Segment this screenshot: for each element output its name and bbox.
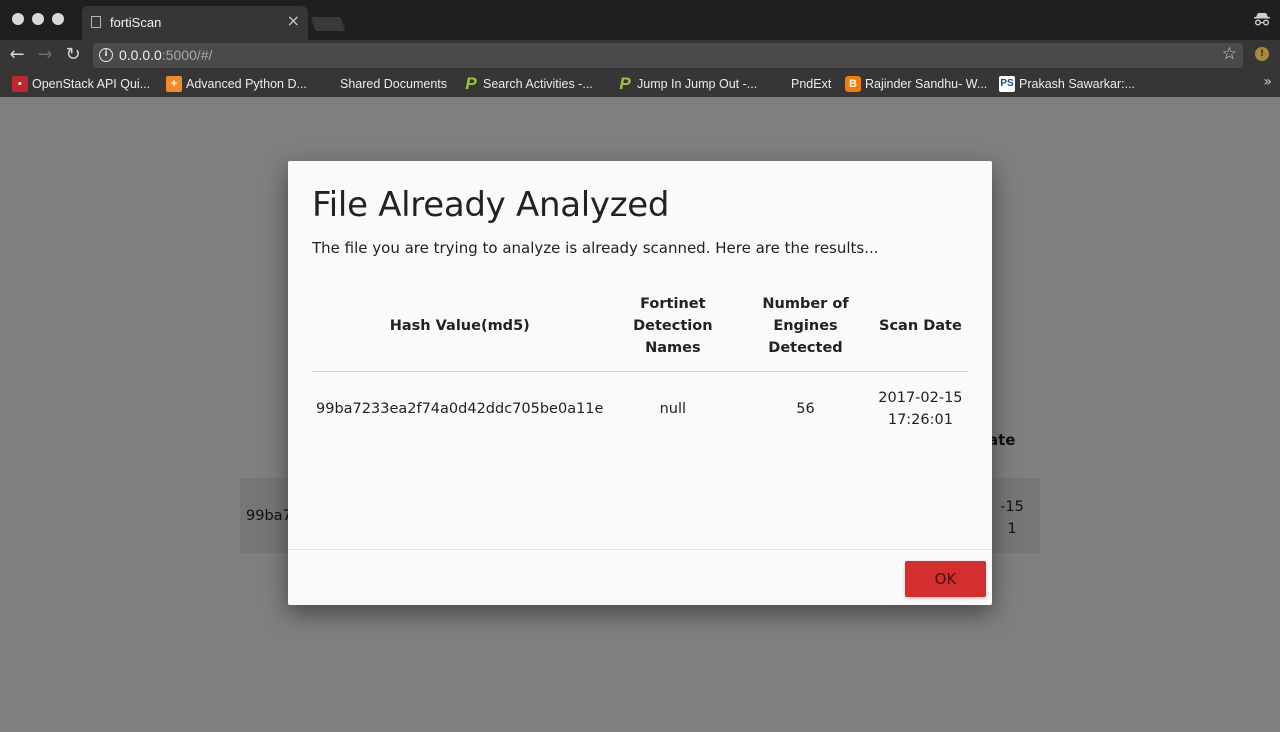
bookmark-item[interactable]: ▪ OpenStack API Qui... [12,75,150,92]
minimize-window-button[interactable] [32,13,44,25]
detection-names-cell: null [659,401,687,418]
header-hash: Hash Value(md5) [312,281,608,372]
scan-date-line: 2017-02-15 [878,390,963,407]
engines-detected-cell: 56 [796,401,815,418]
url-host: 0.0.0.0 [119,47,162,63]
tab-close-icon[interactable]: × [287,12,300,30]
dialog-title: File Already Analyzed [312,185,670,225]
header-scan-date: Scan Date [872,281,968,372]
forward-arrow-icon[interactable]: → [34,44,56,66]
reload-icon[interactable]: ↻ [62,44,84,66]
bookmark-label: PndExt [791,76,832,91]
incognito-icon [1254,13,1270,26]
bookmark-star-icon[interactable]: ☆ [1222,44,1237,64]
file-analyzed-dialog: File Already Analyzed The file you are t… [288,161,992,605]
bookmark-label: Rajinder Sandhu- W... [865,76,988,91]
results-table: Hash Value(md5) Fortinet Detection Names… [312,281,968,447]
dialog-footer: OK [288,549,992,605]
bookmark-item[interactable]: + Advanced Python D... [166,75,307,92]
bookmark-label: Search Activities -... [483,76,593,91]
scan-time-line: 17:26:01 [887,412,953,429]
browser-toolbar: ← → ↻ i 0.0.0.0:5000/#/ ☆ ! [0,40,1280,70]
dialog-subtitle: The file you are trying to analyze is al… [312,239,879,257]
hash-cell: 99ba7233ea2f74a0d42ddc705be0a11e [316,401,604,418]
site-info-icon[interactable]: i [99,48,113,62]
extension-icon[interactable]: ! [1255,47,1269,61]
back-arrow-icon[interactable]: ← [6,44,28,66]
url-path: :5000/#/ [161,47,213,63]
bookmark-label: Advanced Python D... [186,76,307,91]
url-text[interactable]: 0.0.0.0:5000/#/ [119,47,212,63]
bookmark-label: OpenStack API Qui... [32,76,151,91]
bookmark-item[interactable]: PndExt [775,75,832,187]
table-header-row: Hash Value(md5) Fortinet Detection Names… [312,281,968,372]
ok-button[interactable]: OK [905,561,986,597]
ps-icon: PS [999,75,1015,92]
header-engines-detected: Number of Engines Detected [738,281,873,372]
bookmark-label: Jump In Jump Out -... [637,76,758,91]
address-bar[interactable]: i 0.0.0.0:5000/#/ ☆ [93,43,1243,68]
openstack-icon: ▪ [12,75,28,92]
scan-date-cell: 2017-02-15 17:26:01 [873,371,968,447]
bookmark-item[interactable]: P Search Activities -... [463,73,593,93]
header-detection-names: Fortinet Detection Names [607,281,739,372]
tab-title: fortiScan [110,15,162,30]
new-tab-button[interactable] [310,17,346,31]
zoom-window-button[interactable] [52,13,64,25]
close-window-button[interactable] [12,13,24,25]
more-bookmarks-icon[interactable]: » [1263,74,1272,90]
bookmark-item[interactable]: P Jump In Jump Out -... [617,75,757,92]
bookmark-item[interactable]: PS Prakash Sawarkar:... [999,75,1135,92]
plus-cross-icon: + [166,75,182,92]
blogger-icon: B [845,75,861,92]
bookmark-item[interactable]: B Rajinder Sandhu- W... [845,75,987,92]
browser-titlebar: fortiScan × [0,0,1280,40]
p-logo-icon: P [465,73,477,93]
bookmark-label: Prakash Sawarkar:... [1019,76,1136,91]
p-logo-icon: P [619,73,631,93]
bookmark-label: Shared Documents [340,76,448,91]
bookmarks-bar: ▪ OpenStack API Qui... + Advanced Python… [0,70,1280,187]
browser-tab-active[interactable]: fortiScan × [82,6,308,40]
bookmark-item[interactable]: Shared Documents [324,75,448,187]
table-row: 99ba7233ea2f74a0d42ddc705be0a11e null 56… [312,371,968,447]
page-icon [91,16,101,28]
